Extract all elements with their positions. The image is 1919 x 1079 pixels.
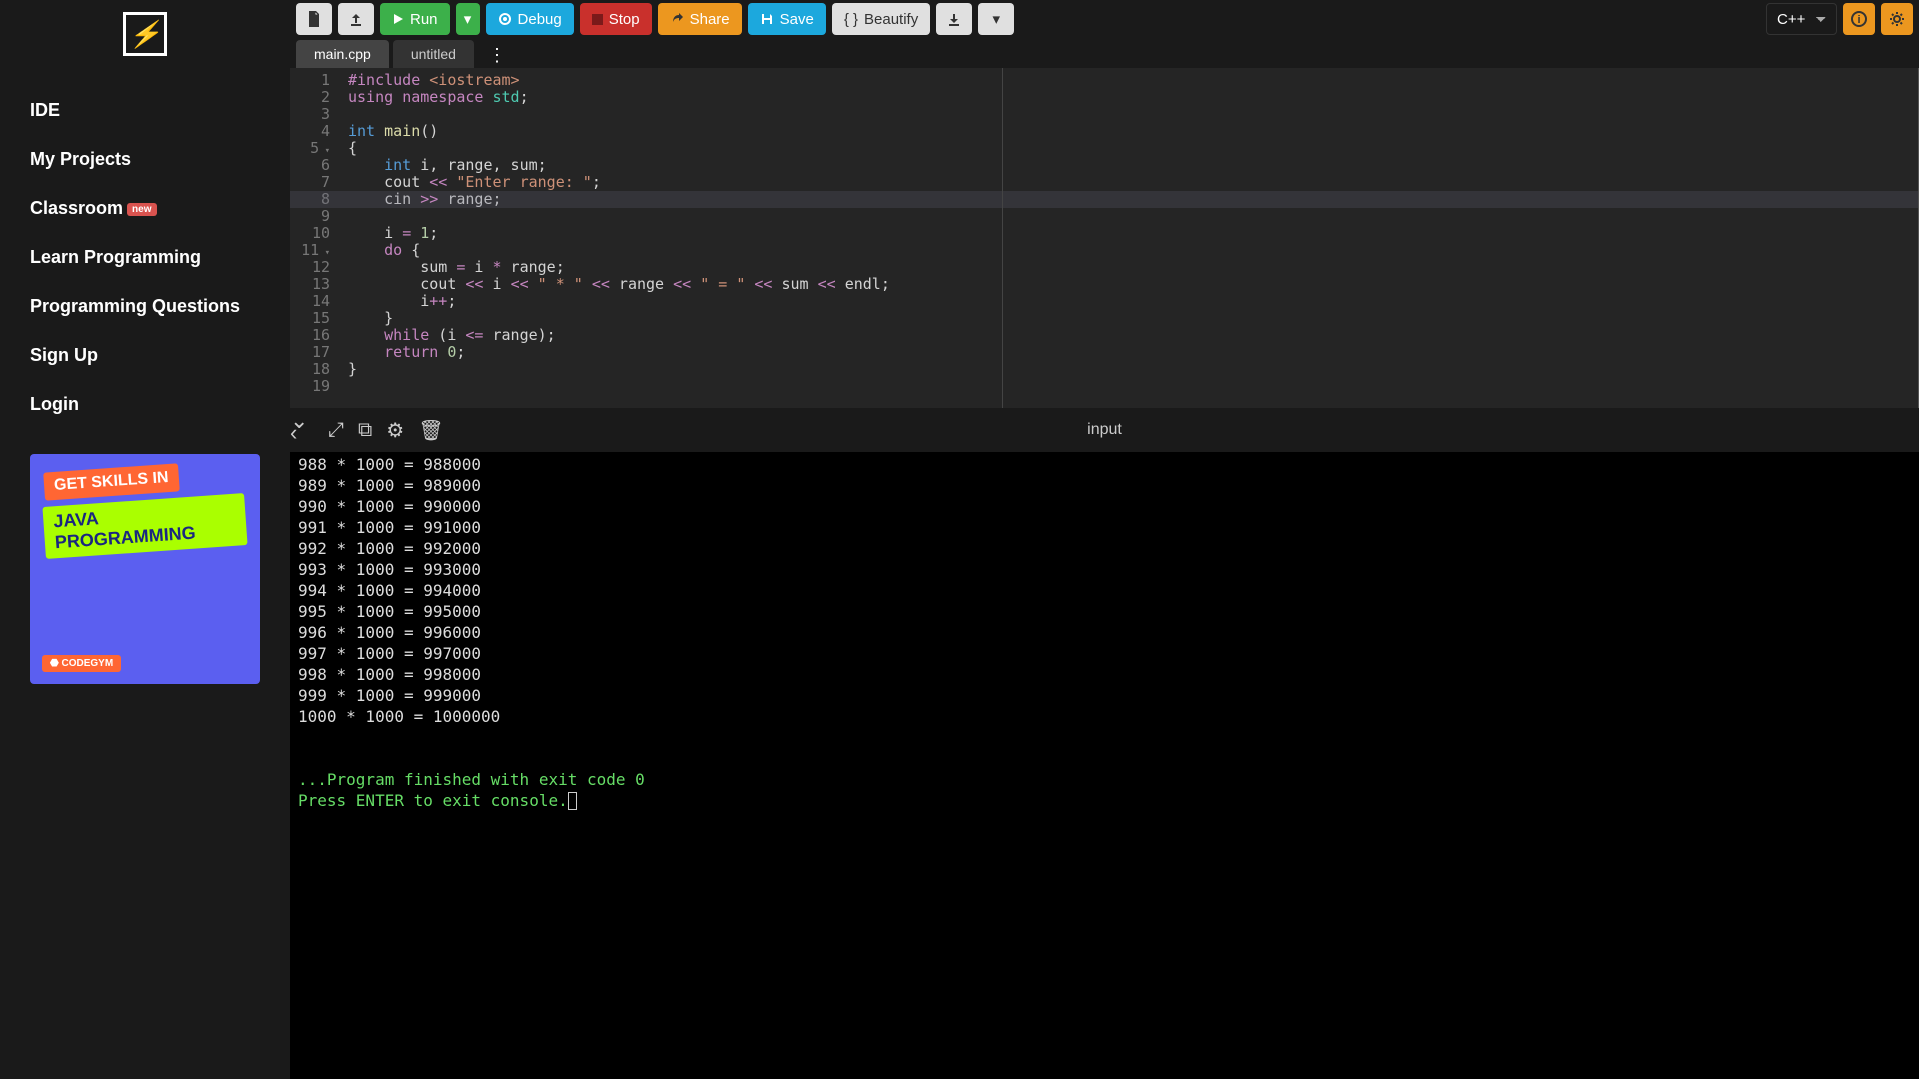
language-select[interactable]: C++ (1766, 3, 1837, 35)
promo-brand: ⬣ CODEGYM (42, 655, 121, 672)
promo-banner[interactable]: GET SKILLS IN JAVA PROGRAMMING ⬣ CODEGYM (30, 454, 260, 684)
gutter: 12345678910111213141516171819 (290, 68, 340, 408)
upload-icon (349, 12, 363, 26)
clear-icon[interactable]: 🗑 (418, 418, 443, 443)
beautify-button[interactable]: { } Beautify (832, 3, 930, 35)
input-label: input (1087, 421, 1122, 439)
play-icon (392, 13, 404, 25)
debug-button[interactable]: Debug (486, 3, 574, 35)
tabs: main.cppuntitled⋮ (290, 38, 1919, 68)
toolbar: Run ▾ Debug Stop Share Save { } Beautify… (290, 0, 1919, 38)
nav-item-learn-programming[interactable]: Learn Programming (30, 233, 290, 282)
share-button[interactable]: Share (658, 3, 742, 35)
code-editor[interactable]: 12345678910111213141516171819 #include <… (290, 68, 1919, 408)
promo-line1: GET SKILLS IN (43, 463, 179, 500)
sidebar: ⚡ IDEMy ProjectsClassroomnewLearn Progra… (0, 0, 290, 1079)
run-button[interactable]: Run (380, 3, 450, 35)
nav-item-my-projects[interactable]: My Projects (30, 135, 290, 184)
braces-icon: { } (844, 11, 858, 28)
output-toolbar: ⌄ ‹ ⤢ ⧉ ⚙ 🗑 input (290, 408, 1919, 452)
console-output[interactable]: 988 * 1000 = 988000 989 * 1000 = 989000 … (290, 452, 1919, 1079)
nav: IDEMy ProjectsClassroomnewLearn Programm… (0, 86, 290, 429)
file-icon (307, 11, 321, 27)
upload-button[interactable] (338, 3, 374, 35)
copy-icon[interactable]: ⧉ (358, 419, 372, 442)
cursor (568, 792, 577, 810)
nav-item-login[interactable]: Login (30, 380, 290, 429)
gear-icon (1889, 11, 1905, 27)
download-icon (947, 12, 961, 26)
run-dropdown[interactable]: ▾ (456, 3, 480, 35)
info-icon: i (1851, 11, 1867, 27)
download-button[interactable] (936, 3, 972, 35)
tab-untitled[interactable]: untitled (393, 40, 474, 68)
nav-item-classroom[interactable]: Classroomnew (30, 184, 290, 233)
settings-button[interactable] (1881, 3, 1913, 35)
stop-button[interactable]: Stop (580, 3, 652, 35)
tab-menu-icon[interactable]: ⋮ (478, 42, 516, 68)
new-file-button[interactable] (296, 3, 332, 35)
badge-new: new (127, 203, 156, 216)
stop-icon (592, 14, 603, 25)
nav-item-sign-up[interactable]: Sign Up (30, 331, 290, 380)
info-button[interactable]: i (1843, 3, 1875, 35)
nav-item-programming-questions[interactable]: Programming Questions (30, 282, 290, 331)
download-dropdown[interactable]: ▾ (978, 3, 1014, 35)
expand-icon[interactable]: ⤢ (328, 419, 344, 442)
collapse-chevrons[interactable]: ⌄ ‹ (290, 414, 308, 440)
debug-icon (498, 12, 512, 26)
logo-icon[interactable]: ⚡ (123, 12, 167, 56)
main: Run ▾ Debug Stop Share Save { } Beautify… (290, 0, 1919, 1079)
save-button[interactable]: Save (748, 3, 826, 35)
code-content[interactable]: #include <iostream>using namespace std;i… (340, 68, 1918, 408)
nav-item-ide[interactable]: IDE (30, 86, 290, 135)
promo-line2: JAVA PROGRAMMING (42, 493, 247, 559)
svg-text:i: i (1857, 14, 1860, 26)
share-icon (670, 12, 684, 26)
output-settings-icon[interactable]: ⚙ (386, 418, 404, 443)
save-icon (760, 12, 774, 26)
tab-main-cpp[interactable]: main.cpp (296, 40, 389, 68)
